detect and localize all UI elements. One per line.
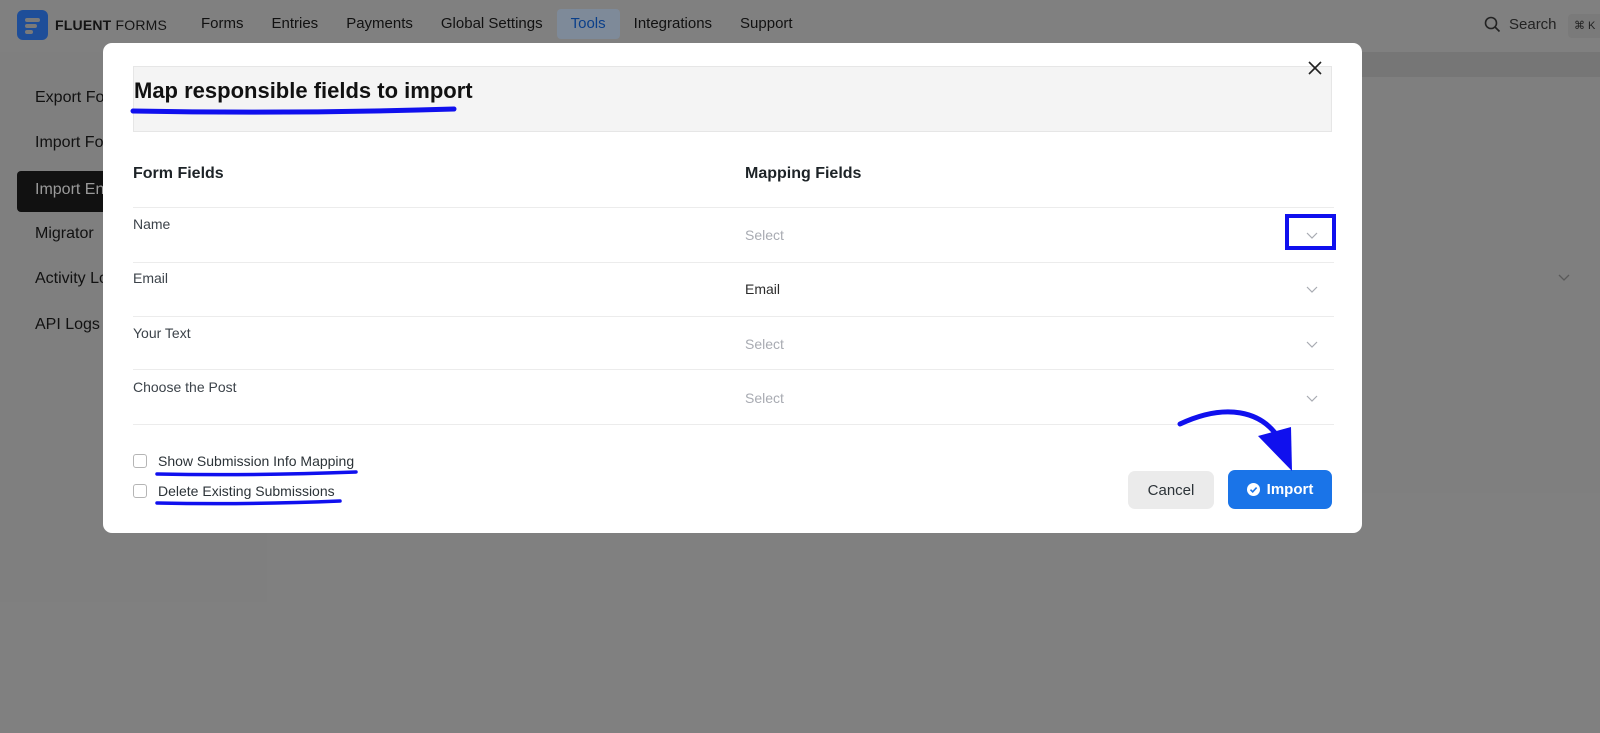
nav-forms[interactable]: Forms	[187, 9, 258, 39]
delete-existing-option: Delete Existing Submissions	[133, 483, 335, 499]
select-value: Email	[745, 281, 781, 297]
form-field-name: Name	[133, 216, 171, 232]
mapping-select-name[interactable]: Select	[745, 219, 1332, 251]
sidebar-item-api-logs[interactable]: API Logs	[35, 316, 100, 334]
divider	[133, 424, 1334, 425]
search-icon	[1484, 16, 1501, 33]
show-submission-info-option: Show Submission Info Mapping	[133, 453, 354, 469]
nav-payments[interactable]: Payments	[332, 9, 427, 39]
nav-integrations[interactable]: Integrations	[620, 9, 726, 39]
check-circle-icon	[1246, 483, 1260, 496]
show-submission-info-label[interactable]: Show Submission Info Mapping	[158, 453, 354, 469]
sidebar-item-import-forms[interactable]: Import Fo	[35, 134, 103, 152]
sidebar-item-migrator[interactable]: Migrator	[35, 225, 94, 243]
divider	[133, 262, 1334, 263]
select-value: Select	[745, 336, 784, 352]
search-label: Search	[1509, 16, 1557, 33]
import-button[interactable]: Import	[1228, 470, 1332, 509]
sidebar-item-label: Import En	[35, 181, 105, 198]
mapping-select-choose-the-post[interactable]: Select	[745, 382, 1332, 414]
divider	[133, 207, 1334, 208]
nav-tools[interactable]: Tools	[556, 9, 620, 39]
chevron-down-icon	[1558, 274, 1570, 281]
chevron-down-icon	[1306, 341, 1318, 348]
import-button-label: Import	[1266, 481, 1314, 498]
delete-existing-label[interactable]: Delete Existing Submissions	[158, 483, 335, 499]
nav-entries[interactable]: Entries	[258, 9, 333, 39]
nav-global-settings[interactable]: Global Settings	[427, 9, 557, 39]
close-button[interactable]	[1303, 56, 1327, 80]
nav-support[interactable]: Support	[726, 9, 807, 39]
form-field-your-text: Your Text	[133, 325, 191, 341]
chevron-down-icon	[1306, 395, 1318, 402]
divider	[133, 316, 1334, 317]
fluent-forms-logo-icon	[17, 10, 48, 40]
cancel-button[interactable]: Cancel	[1128, 471, 1214, 509]
fluent-forms-logo[interactable]: FLUENT FORMS	[17, 10, 167, 40]
search-shortcut-badge: ⌘ K	[1568, 14, 1600, 38]
show-submission-info-checkbox[interactable]	[133, 454, 147, 468]
divider	[133, 369, 1334, 370]
chevron-down-icon	[1306, 232, 1318, 239]
form-field-email: Email	[133, 270, 169, 286]
sidebar-item-activity-logs[interactable]: Activity Lo	[35, 270, 108, 288]
chevron-down-icon	[1306, 286, 1318, 293]
form-fields-header: Form Fields	[133, 165, 224, 182]
main-nav: Forms Entries Payments Global Settings T…	[187, 9, 807, 39]
mapping-fields-header: Mapping Fields	[745, 165, 862, 182]
form-field-choose-the-post: Choose the Post	[133, 379, 237, 395]
sidebar-item-export-forms[interactable]: Export Fo	[35, 89, 104, 107]
top-nav-bar: FLUENT FORMS Forms Entries Payments Glob…	[0, 0, 1600, 48]
mapping-select-email[interactable]: Email	[745, 273, 1332, 305]
global-search[interactable]: Search	[1484, 16, 1557, 33]
logo-text: FLUENT FORMS	[55, 17, 168, 33]
delete-existing-checkbox[interactable]	[133, 484, 147, 498]
select-value: Select	[745, 390, 784, 406]
select-value: Select	[745, 227, 784, 243]
close-icon	[1308, 61, 1322, 75]
modal-title: Map responsible fields to import	[134, 78, 473, 103]
mapping-select-your-text[interactable]: Select	[745, 328, 1332, 360]
